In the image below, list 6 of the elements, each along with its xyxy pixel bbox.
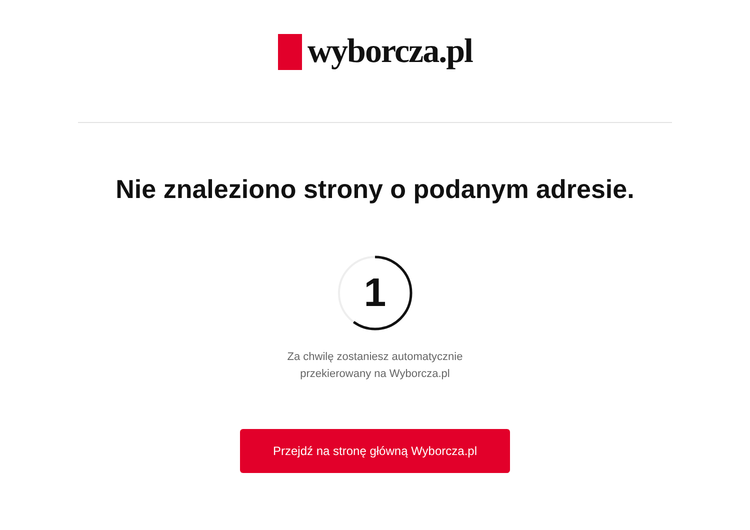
logo-block-icon (278, 34, 302, 70)
page-heading: Nie znaleziono strony o podanym adresie. (116, 173, 634, 205)
redirect-message: Za chwilę zostaniesz automatycznie przekierowany na Wyborcza.pl (287, 350, 463, 382)
logo-text: wyborcza.pl (308, 32, 472, 72)
countdown-number: 1 (364, 273, 386, 313)
home-page-button[interactable]: Przejdź na stronę główną Wyborcza.pl (240, 429, 510, 473)
